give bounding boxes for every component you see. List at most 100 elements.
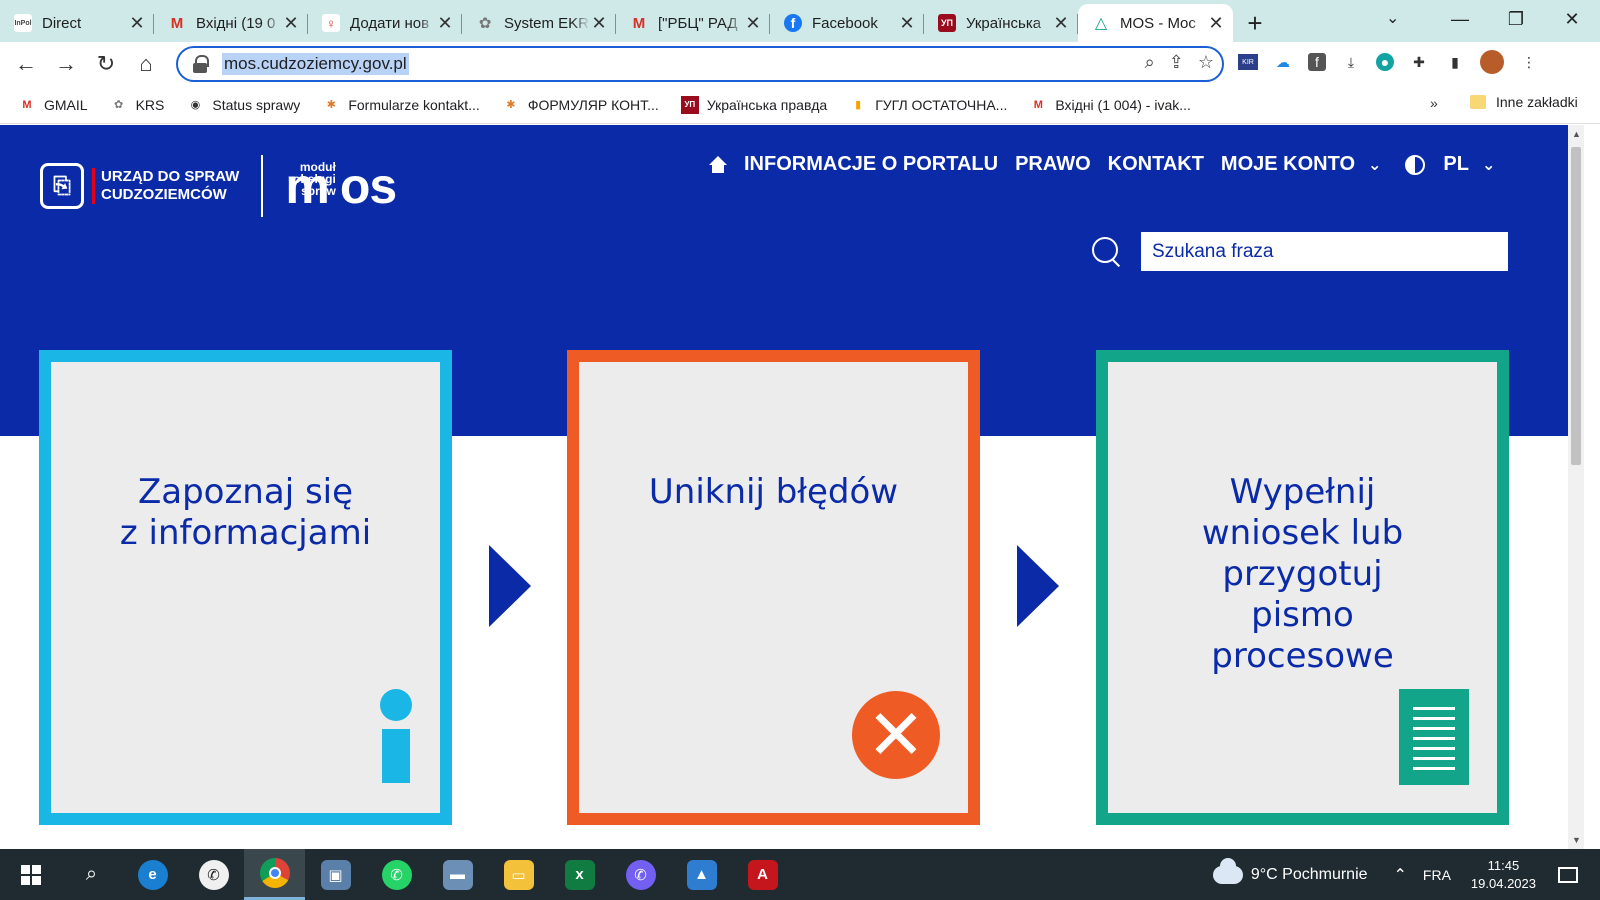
start-button[interactable] xyxy=(0,849,61,900)
tab-title: Додати нов xyxy=(350,14,430,32)
back-arrow-icon[interactable]: ← xyxy=(6,44,46,84)
tab-direct[interactable]: InPol Direct ✕ xyxy=(0,4,154,42)
close-tab-icon[interactable]: ✕ xyxy=(590,13,608,34)
cloud-extension-icon[interactable]: ☁ xyxy=(1272,51,1294,73)
gmail-icon: M xyxy=(22,98,32,111)
tab-ukrainska-pravda[interactable]: УП Українська ✕ xyxy=(924,4,1078,42)
file-explorer-icon[interactable]: ▭ xyxy=(488,849,549,900)
bookmark-star-icon[interactable]: ☆ xyxy=(1198,52,1214,73)
search-input[interactable] xyxy=(1141,232,1508,271)
tab-system-ekr[interactable]: ✿ System EKR ✕ xyxy=(462,4,616,42)
bookmark-gmail[interactable]: M GMAIL xyxy=(18,96,87,114)
card-avoid-errors[interactable]: Uniknij błędów ✕ xyxy=(567,350,980,825)
tab-rbc[interactable]: M ["РБЦ" РАД ✕ xyxy=(616,4,770,42)
scroll-up-icon[interactable]: ▲ xyxy=(1572,129,1581,139)
clock[interactable]: 11:45 19.04.2023 xyxy=(1471,857,1536,893)
scrollbar-thumb[interactable] xyxy=(1571,147,1581,465)
remote-desktop-icon[interactable]: ▣ xyxy=(305,849,366,900)
download-icon[interactable]: ⤓ xyxy=(1340,51,1362,73)
whatsapp-desktop-icon[interactable]: ✆ xyxy=(366,849,427,900)
close-tab-icon[interactable]: ✕ xyxy=(1207,13,1225,34)
contrast-icon[interactable] xyxy=(1405,154,1426,175)
url-text[interactable]: mos.cudzoziemcy.gov.pl xyxy=(222,53,409,75)
nav-contact[interactable]: KONTAKT xyxy=(1108,153,1204,176)
bookmark-label: Status sprawy xyxy=(212,96,301,113)
page-scrollbar[interactable]: ▲ ▼ xyxy=(1568,125,1584,849)
mos-logo-os: os xyxy=(339,158,397,214)
close-tab-icon[interactable]: ✕ xyxy=(1052,13,1070,34)
clock-date: 19.04.2023 xyxy=(1470,875,1536,891)
search-taskbar-icon[interactable]: ⌕ xyxy=(61,849,122,900)
restore-icon[interactable]: ❐ xyxy=(1488,0,1544,38)
reload-icon[interactable]: ↻ xyxy=(86,44,126,84)
site-logo[interactable]: ⎘ URZĄD DO SPRAW CUDZOZIEMCÓW m moduł ob… xyxy=(40,155,397,217)
language-selector[interactable]: PL xyxy=(1443,153,1469,176)
bookmarks-overflow-button[interactable]: » xyxy=(1430,95,1438,111)
chrome-icon[interactable] xyxy=(244,849,305,900)
scanner-icon[interactable]: ▬ xyxy=(427,849,488,900)
side-panel-icon[interactable]: ▮ xyxy=(1444,51,1466,73)
close-tab-icon[interactable]: ✕ xyxy=(282,13,300,34)
lock-icon[interactable] xyxy=(192,55,209,73)
close-tab-icon[interactable]: ✕ xyxy=(436,13,454,34)
chevron-down-icon[interactable]: ⌄ xyxy=(1368,155,1381,175)
error-x-icon: ✕ xyxy=(852,691,940,779)
tab-title: MOS - Moc xyxy=(1120,14,1196,32)
weather-widget[interactable]: 9°C Pochmurnie xyxy=(1212,857,1368,884)
notifications-icon[interactable] xyxy=(1558,866,1578,883)
close-tab-icon[interactable]: ✕ xyxy=(744,13,762,34)
logo-line-2: CUDZOZIEMCÓW xyxy=(101,186,227,203)
whatsapp-icon[interactable]: ✆ xyxy=(183,849,244,900)
keyboard-language[interactable]: FRA xyxy=(1423,867,1451,883)
nav-info[interactable]: INFORMACJE O PORTALU xyxy=(744,153,998,176)
search-icon[interactable] xyxy=(1092,237,1122,267)
system-tray: 9°C Pochmurnie ⌃ FRA 11:45 19.04.2023 xyxy=(1212,849,1600,900)
kir-extension-icon[interactable]: KIR xyxy=(1238,54,1258,70)
chevron-down-icon[interactable]: ⌄ xyxy=(1482,155,1495,175)
assistant-extension-icon[interactable]: ● xyxy=(1376,53,1394,71)
edge-icon[interactable]: e xyxy=(122,849,183,900)
menu-kebab-icon[interactable]: ⋮ xyxy=(1518,51,1540,73)
home-icon[interactable]: ⌂ xyxy=(126,44,166,84)
photos-icon[interactable]: ▲ xyxy=(671,849,732,900)
extensions-puzzle-icon[interactable]: ✚ xyxy=(1408,51,1430,73)
close-tab-icon[interactable]: ✕ xyxy=(898,13,916,34)
share-icon[interactable]: ⇪ xyxy=(1169,52,1184,73)
card-fill-application[interactable]: Wypełnij wniosek lub przygotuj pismo pro… xyxy=(1096,350,1509,825)
close-window-icon[interactable]: ✕ xyxy=(1544,0,1600,38)
zoom-icon[interactable]: ⌕ xyxy=(1145,52,1155,73)
bookmark-ukrainska-pravda[interactable]: УП Українська правда xyxy=(680,95,827,114)
tab-search-chevron-icon[interactable]: ⌄ xyxy=(1386,8,1399,28)
scroll-down-icon[interactable]: ▼ xyxy=(1572,835,1581,845)
nav-account[interactable]: MOJE KONTO xyxy=(1221,153,1355,176)
excel-icon[interactable]: x xyxy=(549,849,610,900)
bookmark-formularze[interactable]: ✱ Formularze kontakt... xyxy=(322,96,480,114)
minimize-icon[interactable]: — xyxy=(1432,0,1488,38)
tab-gmail-inbox[interactable]: M Вхідні (19 0 ✕ xyxy=(154,4,308,42)
bookmark-inbox[interactable]: M Вхідні (1 004) - ivak... xyxy=(1029,96,1191,114)
bookmark-status-sprawy[interactable]: ◉ Status sprawy xyxy=(186,96,301,114)
close-tab-icon[interactable]: ✕ xyxy=(128,13,146,34)
acrobat-icon[interactable]: A xyxy=(732,849,793,900)
tab-title: Вхідні (19 0 xyxy=(196,14,276,32)
eagle-favicon-icon: ✿ xyxy=(478,15,492,32)
chevron-up-icon[interactable]: ⌃ xyxy=(1394,865,1407,885)
tab-mos[interactable]: △ MOS - Moc ✕ xyxy=(1078,4,1233,42)
bookmark-google-analytics[interactable]: ▮ ГУГЛ ОСТАТОЧНА... xyxy=(849,96,1007,114)
bookmark-formular[interactable]: ✱ ФОРМУЛЯР КОНТ... xyxy=(502,96,659,114)
card-information[interactable]: Zapoznaj się z informacjami xyxy=(39,350,452,825)
nav-law[interactable]: PRAWO xyxy=(1015,153,1091,176)
address-bar[interactable]: mos.cudzoziemcy.gov.pl ⌕ ⇪ ☆ xyxy=(176,46,1224,82)
bookmark-krs[interactable]: ✿ KRS xyxy=(110,96,164,114)
tab-title: Facebook xyxy=(812,14,878,32)
tab-add-new[interactable]: ♀ Додати нов ✕ xyxy=(308,4,462,42)
other-bookmarks-folder[interactable]: Inne zakładki xyxy=(1470,94,1578,110)
profile-avatar[interactable] xyxy=(1480,50,1504,74)
home-icon[interactable] xyxy=(708,155,728,174)
facebook-extension-icon[interactable]: f xyxy=(1308,53,1326,71)
forward-arrow-icon[interactable]: → xyxy=(46,44,86,84)
viber-icon[interactable]: ✆ xyxy=(610,849,671,900)
new-tab-button[interactable]: + xyxy=(1233,4,1277,42)
tab-facebook[interactable]: f Facebook ✕ xyxy=(770,4,924,42)
udsc-logo-text: URZĄD DO SPRAW CUDZOZIEMCÓW xyxy=(92,168,239,204)
